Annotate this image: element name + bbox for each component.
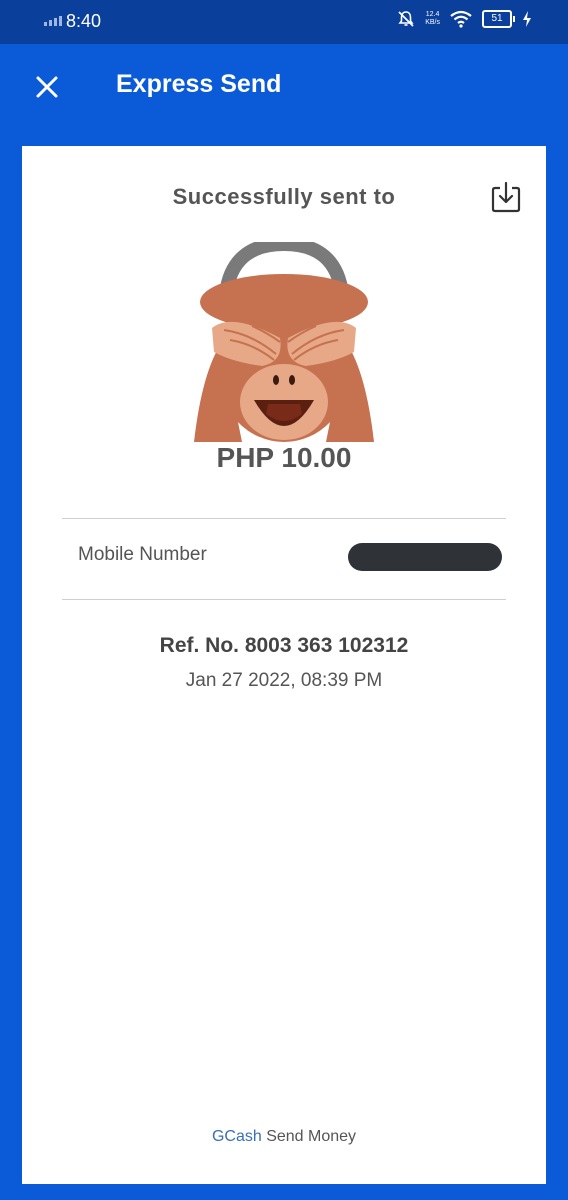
signal-icon: [44, 16, 62, 26]
status-bar: 8:40 12.4 KB/s 51: [0, 0, 568, 44]
transaction-datetime: Jan 27 2022, 08:39 PM: [185, 670, 383, 691]
app-bar: Express Send: [0, 44, 568, 130]
page-title: Express Send: [116, 70, 282, 98]
net-speed: 12.4 KB/s: [425, 11, 440, 27]
close-icon[interactable]: [30, 70, 64, 104]
status-icons: 12.4 KB/s 51: [397, 10, 532, 28]
gcash-logo: GCash: [211, 1128, 262, 1145]
charging-icon: [523, 11, 531, 27]
reference-number: Ref. No. 8003 363 102312: [159, 634, 409, 657]
footer: GCash Send Money: [22, 1128, 546, 1146]
download-icon[interactable]: [490, 180, 522, 214]
see-no-evil-monkey-avatar: [194, 242, 374, 442]
success-message: Successfully sent to: [172, 184, 396, 209]
notification-off-icon: [398, 11, 414, 27]
divider: [62, 599, 506, 600]
mobile-number-label: Mobile Number: [78, 544, 207, 565]
mobile-number-redacted: [348, 543, 502, 571]
divider: [62, 518, 506, 519]
battery-icon: 51: [482, 10, 515, 28]
net-speed-value: 12.4: [425, 11, 440, 18]
amount: PHP 10.00: [216, 442, 352, 473]
receipt-bottom-edge: [22, 1168, 546, 1180]
footer-text: Send Money: [266, 1128, 357, 1145]
receipt-card: Successfully sent to PHP 10.00 Mobile Nu…: [22, 146, 546, 1184]
net-speed-unit: KB/s: [425, 19, 440, 26]
status-time: 8:40: [66, 11, 102, 31]
wifi-icon: [450, 10, 472, 28]
